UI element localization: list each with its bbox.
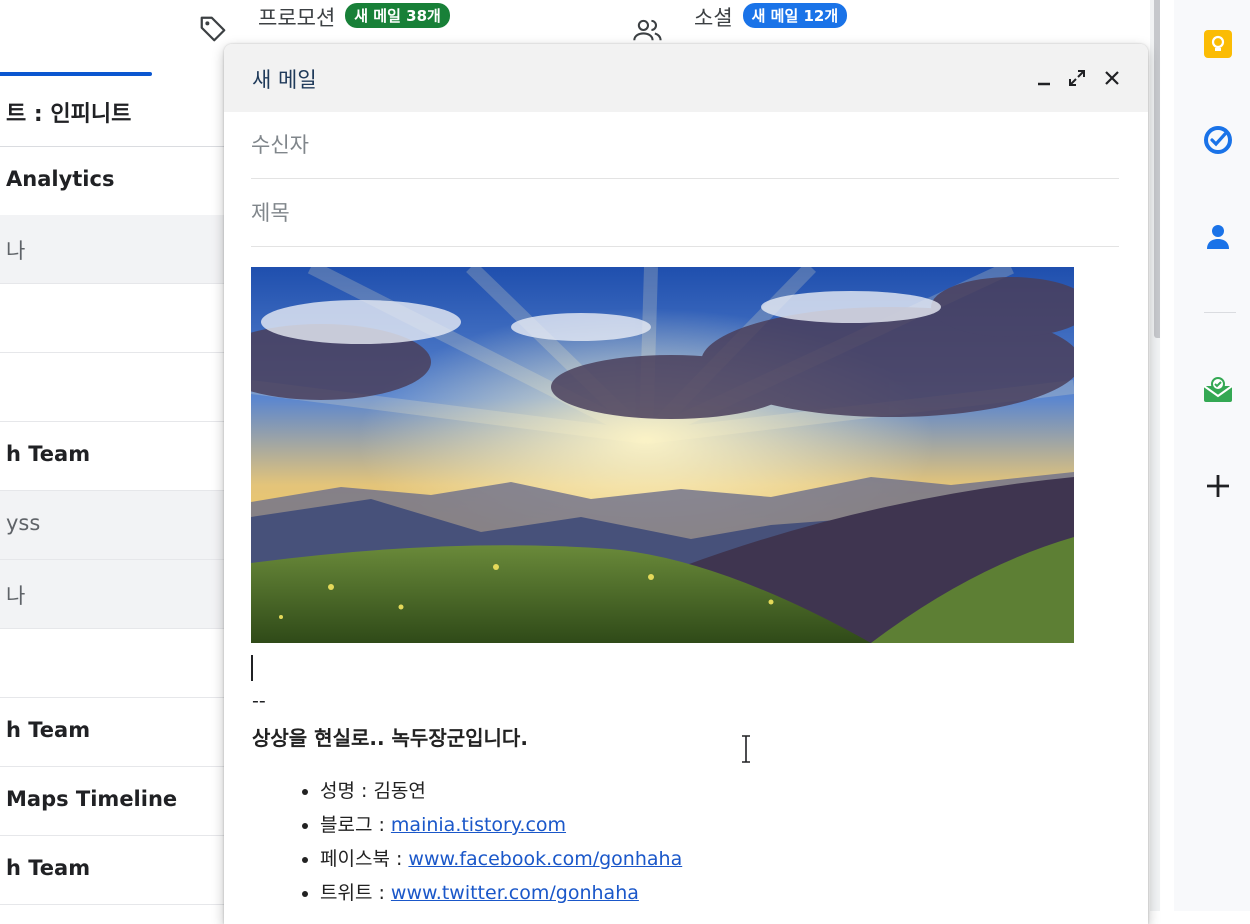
table-row[interactable]: h Team (0, 836, 230, 905)
compose-header[interactable]: 새 메일 (224, 44, 1148, 112)
social-badge: 새 메일 12개 (742, 3, 848, 28)
list-header-text: 트 : 인피니트 (6, 102, 132, 127)
to-field (251, 112, 1119, 179)
text-caret (251, 655, 253, 681)
signature-value: 김동연 (373, 780, 426, 802)
add-icon[interactable] (1200, 468, 1236, 504)
sender: h Team (6, 718, 91, 742)
subject-input[interactable] (251, 180, 1119, 246)
tab-social[interactable]: 소셜 새 메일 12개 (632, 0, 848, 50)
minimize-icon[interactable] (1032, 66, 1056, 90)
signature-label: 성명 : (320, 780, 374, 802)
recipients-input[interactable] (251, 112, 1119, 178)
tasks-icon[interactable] (1200, 122, 1236, 158)
contacts-icon[interactable] (1200, 218, 1236, 254)
table-row[interactable]: Maps Timeline (0, 767, 230, 836)
sender: Maps Timeline (6, 787, 178, 811)
table-row[interactable] (0, 353, 230, 422)
sender: Analytics (6, 167, 115, 191)
promotions-badge: 새 메일 38개 (345, 3, 450, 28)
table-row[interactable] (0, 284, 230, 353)
table-row[interactable] (0, 629, 230, 698)
list-header: 트 : 인피니트 (0, 78, 230, 147)
side-divider (1204, 312, 1236, 313)
twitter-link[interactable]: www.twitter.com/gonhaha (391, 882, 639, 904)
table-row[interactable]: h Team (0, 698, 230, 767)
sender: yss (6, 511, 41, 535)
sender: h Team (6, 442, 91, 466)
sender: h Team (6, 856, 91, 880)
scrollbar-thumb[interactable] (1154, 0, 1160, 338)
signature-item-name: 성명 : 김동연 (320, 774, 682, 808)
tab-promotions[interactable]: 프로모션 새 메일 38개 · · · · · · · (198, 0, 450, 50)
table-row[interactable]: yss (0, 491, 230, 560)
sender: 나 (6, 584, 26, 608)
signature-item-blog: 블로그 : mainia.tistory.com (320, 808, 682, 842)
close-icon[interactable] (1100, 66, 1124, 90)
signature-separator: -- (252, 690, 266, 712)
active-tab-indicator (0, 72, 152, 76)
subject-field (251, 180, 1119, 247)
compose-title: 새 메일 (252, 68, 317, 92)
tag-icon (198, 14, 228, 48)
sender: 나 (6, 239, 26, 263)
keep-icon[interactable] (1200, 26, 1236, 62)
signature-item-facebook: 페이스북 : www.facebook.com/gonhaha (320, 842, 682, 876)
expand-icon[interactable] (1065, 66, 1089, 90)
table-row[interactable]: h Team (0, 422, 230, 491)
table-row[interactable]: 나 (0, 215, 230, 284)
tab-promotions-label: 프로모션 (258, 6, 336, 30)
table-row[interactable]: Analytics (0, 147, 230, 216)
compose-window[interactable]: 새 메일 수신자 제목 -- 상상을 현실로.. 녹두장군입니다. • 성명:… (224, 44, 1148, 924)
facebook-link[interactable]: www.facebook.com/gonhaha (408, 848, 682, 870)
signature-label: 트위트 : (320, 882, 391, 904)
signature-list: 성명 : 김동연 블로그 : mainia.tistory.com 페이스북 :… (292, 774, 682, 910)
table-row[interactable]: 나 (0, 560, 230, 629)
side-panel (1174, 0, 1250, 911)
blog-link[interactable]: mainia.tistory.com (391, 814, 566, 836)
signature-label: 블로그 : (320, 814, 391, 836)
inline-image[interactable] (251, 267, 1074, 643)
signature-title: 상상을 현실로.. 녹두장군입니다. (252, 726, 528, 750)
tab-social-label: 소셜 (694, 6, 733, 30)
addon-icon[interactable] (1200, 372, 1236, 408)
text-cursor-icon (738, 734, 754, 768)
signature-label: 페이스북 : (320, 848, 409, 870)
signature-item-twitter: 트위트 : www.twitter.com/gonhaha (320, 876, 682, 910)
